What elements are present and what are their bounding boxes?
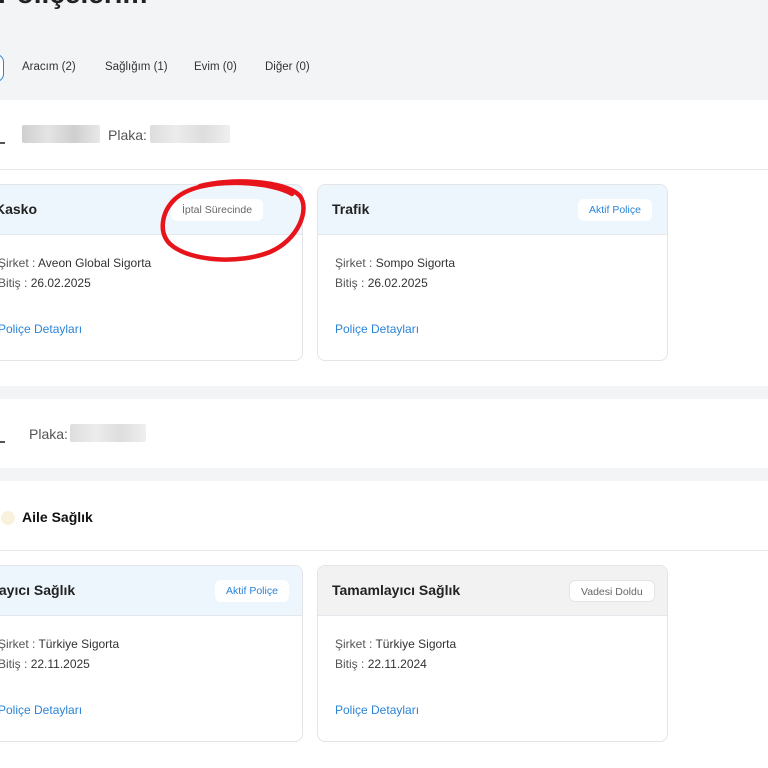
end-date-row: Bitiş : 26.02.2025 <box>335 276 428 290</box>
tab-evim[interactable]: Evim (0) <box>194 61 237 73</box>
card-header: Trafik Aktif Poliçe <box>318 185 667 235</box>
tab-diger[interactable]: Diğer (0) <box>265 61 310 73</box>
policy-details-link[interactable]: Poliçe Detayları <box>0 703 82 717</box>
car-icon <box>0 142 5 144</box>
tab-aracim[interactable]: Aracım (2) <box>22 61 76 73</box>
status-badge: Aktif Poliçe <box>578 199 652 221</box>
policy-card-kasko: Kasko İptal Sürecinde Şirket : Aveon Glo… <box>0 184 303 361</box>
tab-active[interactable] <box>0 54 4 82</box>
section-name: Aile Sağlık <box>22 509 93 525</box>
plaka-label: Plaka: <box>108 127 147 143</box>
end-date-row: Bitiş : 22.11.2025 <box>0 657 90 671</box>
card-title: Tamamlayıcı Sağlık <box>0 582 76 598</box>
vehicle-panel-1: Plaka: Kasko İptal Sürecinde Şirket : Av… <box>0 100 768 386</box>
card-header: Tamamlayıcı Sağlık Aktif Poliçe <box>0 566 302 616</box>
health-panel: Aile Sağlık Tamamlayıcı Sağlık Aktif Pol… <box>0 481 768 768</box>
plate-redacted <box>150 125 230 143</box>
policy-details-link[interactable]: Poliçe Detayları <box>335 703 419 717</box>
company-row: Şirket : Türkiye Sigorta <box>335 637 457 651</box>
company-row: Şirket : Sompo Sigorta <box>335 256 456 270</box>
policy-card-health-expired: Tamamlayıcı Sağlık Vadesi Doldu Şirket :… <box>317 565 668 742</box>
vehicle-panel-2: Plaka: <box>0 399 768 468</box>
policy-card-health-active: Tamamlayıcı Sağlık Aktif Poliçe Şirket :… <box>0 565 303 742</box>
policy-details-link[interactable]: Poliçe Detayları <box>0 322 82 336</box>
card-title: Trafik <box>332 201 370 217</box>
divider <box>0 169 768 170</box>
card-title: Kasko <box>0 201 38 217</box>
plate-redacted <box>70 424 146 442</box>
user-icon <box>1 511 15 525</box>
status-badge: İptal Sürecinde <box>171 199 264 221</box>
end-date-row: Bitiş : 22.11.2024 <box>335 657 427 671</box>
end-date-row: Bitiş : 26.02.2025 <box>0 276 91 290</box>
page-title: Poliçelerim <box>0 0 147 10</box>
divider <box>0 550 768 551</box>
status-badge: Aktif Poliçe <box>215 580 289 602</box>
car-icon <box>0 441 5 443</box>
card-title: Tamamlayıcı Sağlık <box>332 582 461 598</box>
card-header: Kasko İptal Sürecinde <box>0 185 302 235</box>
company-row: Şirket : Türkiye Sigorta <box>0 637 120 651</box>
vehicle-name-redacted <box>22 125 100 143</box>
policy-card-trafik: Trafik Aktif Poliçe Şirket : Sompo Sigor… <box>317 184 668 361</box>
policy-details-link[interactable]: Poliçe Detayları <box>335 322 419 336</box>
card-header: Tamamlayıcı Sağlık Vadesi Doldu <box>318 566 667 616</box>
policy-tabs: Aracım (2) Sağlığım (1) Evim (0) Diğer (… <box>0 50 768 86</box>
plaka-label: Plaka: <box>29 426 68 442</box>
status-badge: Vadesi Doldu <box>569 580 655 602</box>
company-row: Şirket : Aveon Global Sigorta <box>0 256 152 270</box>
tab-sagligim[interactable]: Sağlığım (1) <box>105 61 168 73</box>
